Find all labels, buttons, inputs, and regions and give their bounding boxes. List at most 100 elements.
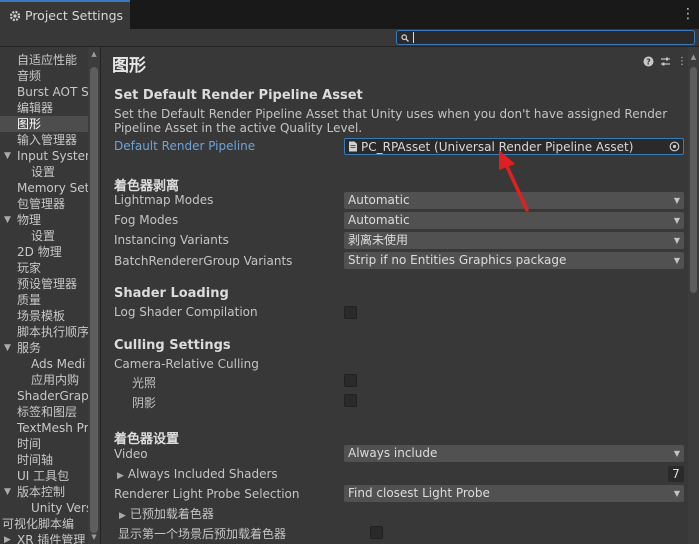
settings-content: 图形 ? ⋮ Set Default Render Pipeline Asset…	[102, 47, 688, 544]
default-pipeline-label: Default Render Pipeline	[114, 139, 256, 153]
kebab-menu-icon[interactable]: ⋮	[681, 5, 695, 23]
tab-project-settings[interactable]: Project Settings	[0, 0, 130, 29]
sidebar-item[interactable]: XR 插件管理	[17, 532, 85, 544]
sidebar-item[interactable]: 包管理器	[17, 196, 65, 212]
brg-variants-label: BatchRendererGroup Variants	[114, 254, 293, 268]
video-dropdown[interactable]: Always include ▼	[344, 445, 684, 462]
expand-down-icon[interactable]: ▼	[4, 212, 14, 228]
content-scrollbar[interactable]: ▲	[688, 47, 699, 544]
expand-arrow-icon: ▶	[119, 511, 126, 521]
sidebar-item[interactable]: 玩家	[17, 260, 41, 276]
sidebar-item[interactable]: 自适应性能	[17, 52, 77, 68]
scroll-up-icon[interactable]: ▲	[688, 53, 699, 61]
log-shader-compilation-label: Log Shader Compilation	[114, 305, 258, 319]
page-title: 图形	[112, 56, 146, 76]
light-probe-selection-dropdown[interactable]: Find closest Light Probe ▼	[344, 485, 684, 502]
dropdown-value: Automatic	[348, 193, 410, 207]
search-toolbar	[0, 29, 699, 46]
shader-loading-heading: Shader Loading	[114, 286, 229, 301]
sidebar-item[interactable]: Burst AOT S	[17, 84, 89, 100]
sidebar-item[interactable]: 标签和图层	[17, 404, 77, 420]
search-icon	[401, 31, 409, 45]
window-tab-bar: Project Settings ⋮	[0, 0, 699, 29]
always-included-shaders-foldout[interactable]: ▶ Always Included Shaders	[117, 467, 278, 481]
sidebar-item[interactable]: Input Systen	[17, 148, 93, 164]
sidebar-item[interactable]: 应用内购	[31, 372, 79, 388]
expand-down-icon[interactable]: ▼	[4, 484, 14, 500]
always-included-count[interactable]: 7	[668, 466, 684, 482]
sidebar-item[interactable]: ShaderGrapl	[17, 388, 92, 404]
sidebar-item[interactable]: 版本控制	[17, 484, 65, 500]
culling-lights-label: 光照	[132, 376, 157, 390]
chevron-down-icon: ▼	[673, 489, 680, 498]
sidebar-item[interactable]: 输入管理器	[17, 132, 77, 148]
sidebar-scrollbar[interactable]: ▲ ▼	[88, 47, 100, 544]
sidebar-item[interactable]: 可视化脚本编	[2, 516, 74, 532]
sidebar-item[interactable]: 音频	[17, 68, 41, 84]
content-scroll-thumb[interactable]	[690, 67, 697, 293]
header-icons: ? ⋮	[642, 55, 688, 67]
object-picker-icon[interactable]	[669, 141, 680, 152]
preset-icon[interactable]	[659, 55, 671, 67]
log-shader-compilation-checkbox[interactable]	[344, 306, 357, 319]
sidebar-item[interactable]: 编辑器	[17, 100, 53, 116]
chevron-down-icon: ▼	[673, 256, 680, 265]
scroll-up-icon[interactable]: ▲	[88, 49, 100, 59]
fog-modes-label: Fog Modes	[114, 213, 179, 227]
kebab-menu-icon[interactable]: ⋮	[676, 55, 688, 67]
annotation-arrow-icon	[499, 150, 529, 212]
sidebar-item[interactable]: 时间	[17, 436, 41, 452]
asset-icon	[348, 141, 358, 152]
settings-sidebar: 自适应性能 音频 Burst AOT S 编辑器 图形 输入管理器 ▼ Input Syste…	[0, 47, 101, 544]
text-caret	[413, 32, 414, 43]
sidebar-item[interactable]: 质量	[17, 292, 41, 308]
sidebar-item[interactable]: 预设管理器	[17, 276, 77, 292]
svg-text:?: ?	[646, 57, 651, 66]
fog-modes-dropdown[interactable]: Automatic ▼	[344, 212, 684, 229]
sidebar-item[interactable]: 脚本执行顺序	[17, 324, 89, 340]
sidebar-item[interactable]: Memory Set	[17, 180, 89, 196]
chevron-down-icon: ▼	[673, 196, 680, 205]
sidebar-item[interactable]: 物理	[17, 212, 41, 228]
sidebar-item[interactable]: TextMesh Pr	[17, 420, 89, 436]
expand-right-icon[interactable]: ▶	[4, 532, 14, 544]
stripping-heading: 着色器剥离	[114, 179, 180, 194]
help-icon[interactable]: ?	[642, 55, 654, 67]
culling-shadows-checkbox[interactable]	[344, 394, 357, 407]
sidebar-item[interactable]: Ads Medi	[31, 356, 85, 372]
scroll-down-icon[interactable]: ▼	[88, 532, 100, 542]
expand-down-icon[interactable]: ▼	[4, 148, 14, 164]
sidebar-item[interactable]: 图形	[0, 116, 88, 132]
expand-down-icon[interactable]: ▼	[4, 340, 14, 356]
chevron-down-icon: ▼	[673, 236, 680, 245]
pipeline-description: Set the Default Render Pipeline Asset th…	[114, 107, 668, 135]
culling-lights-checkbox[interactable]	[344, 374, 357, 387]
brg-variants-dropdown[interactable]: Strip if no Entities Graphics package ▼	[344, 252, 684, 269]
video-label: Video	[114, 447, 148, 461]
sidebar-item[interactable]: 2D 物理	[17, 244, 62, 260]
sidebar-item[interactable]: Unity Vers	[31, 500, 92, 516]
sidebar-item[interactable]: UI 工具包	[17, 468, 69, 484]
sidebar-item[interactable]: 时间轴	[17, 452, 53, 468]
culling-heading: Culling Settings	[114, 338, 231, 353]
instancing-variants-dropdown[interactable]: 剥离未使用 ▼	[344, 232, 684, 249]
sidebar-item[interactable]: 场景模板	[17, 308, 65, 324]
preload-after-scene-checkbox[interactable]	[370, 526, 383, 539]
sidebar-item[interactable]: 服务	[17, 340, 41, 356]
search-input[interactable]	[396, 30, 695, 45]
dropdown-value: 剥离未使用	[348, 233, 409, 247]
chevron-down-icon: ▼	[673, 216, 680, 225]
sidebar-item[interactable]: 设置	[31, 228, 55, 244]
tab-title: Project Settings	[25, 8, 124, 23]
pipeline-heading: Set Default Render Pipeline Asset	[114, 88, 363, 103]
light-probe-selection-label: Renderer Light Probe Selection	[114, 487, 300, 501]
dropdown-value: Always include	[348, 446, 438, 460]
sidebar-item[interactable]: 设置	[31, 164, 55, 180]
dropdown-value: Automatic	[348, 213, 410, 227]
preloaded-shaders-foldout[interactable]: ▶ 已预加载着色器	[119, 505, 214, 522]
chevron-down-icon: ▼	[673, 449, 680, 458]
preload-after-scene-label: 显示第一个场景后预加载着色器	[118, 527, 287, 541]
sidebar-scroll-thumb[interactable]	[90, 67, 98, 533]
lightmap-modes-label: Lightmap Modes	[114, 193, 214, 207]
dropdown-value: Strip if no Entities Graphics package	[348, 253, 567, 267]
